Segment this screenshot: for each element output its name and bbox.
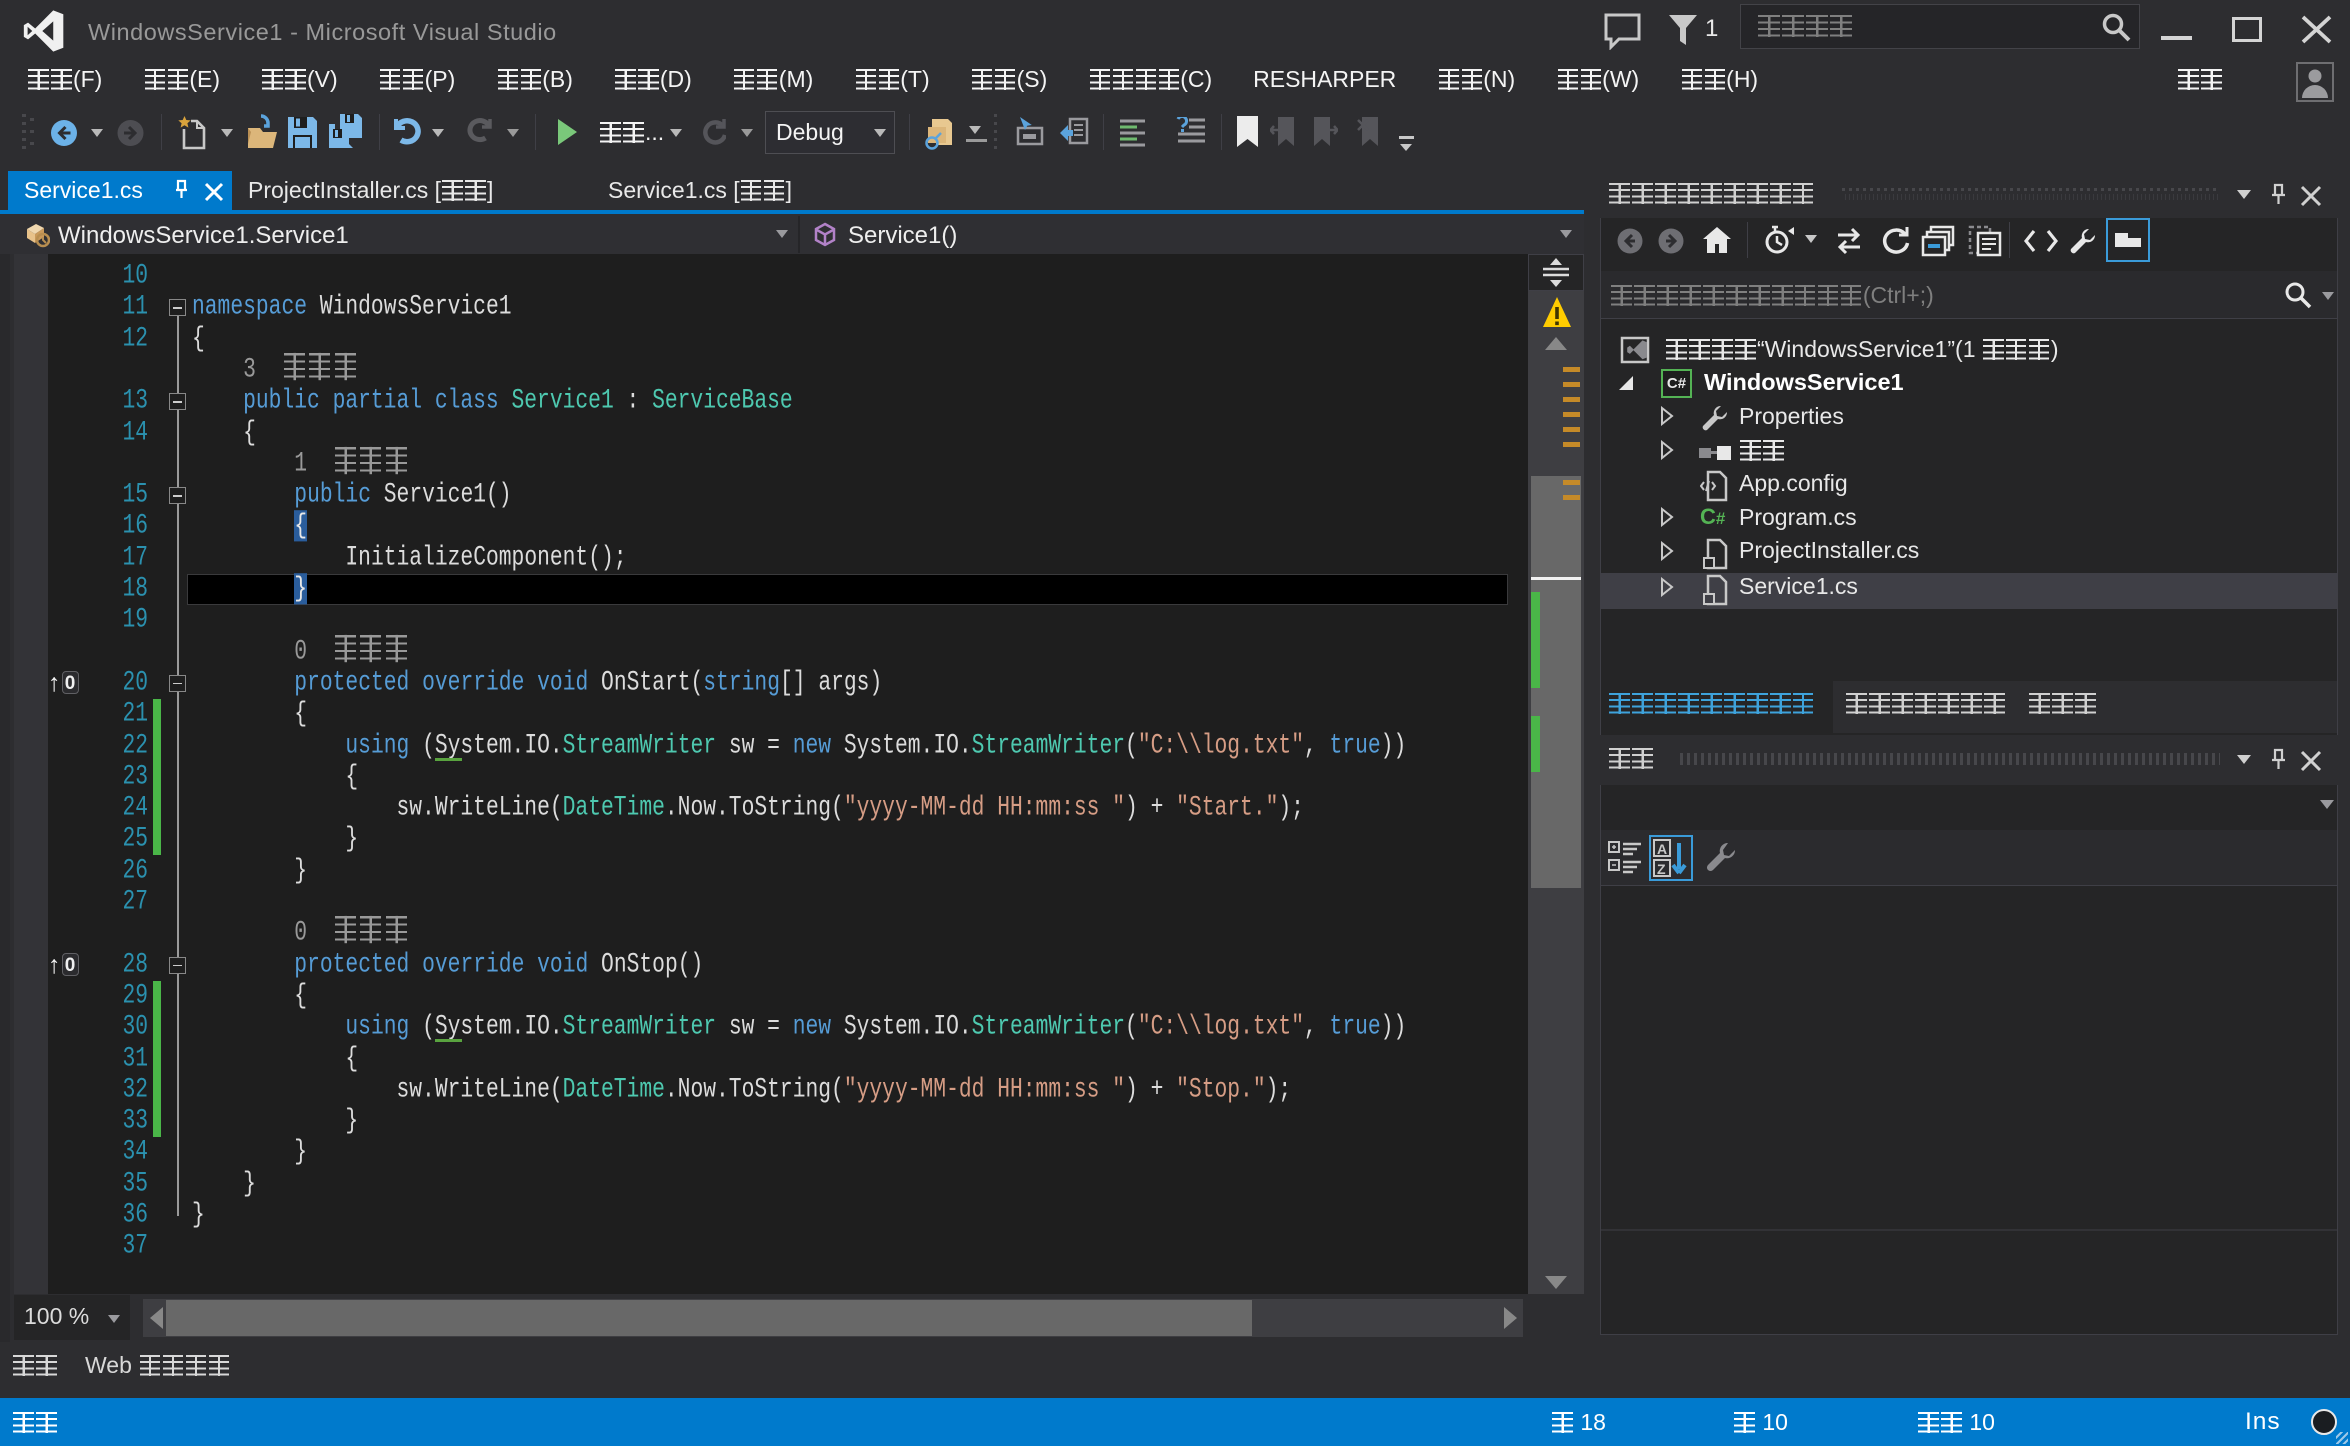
svg-text:Z: Z: [1657, 861, 1666, 877]
svg-text:A: A: [1657, 841, 1667, 857]
